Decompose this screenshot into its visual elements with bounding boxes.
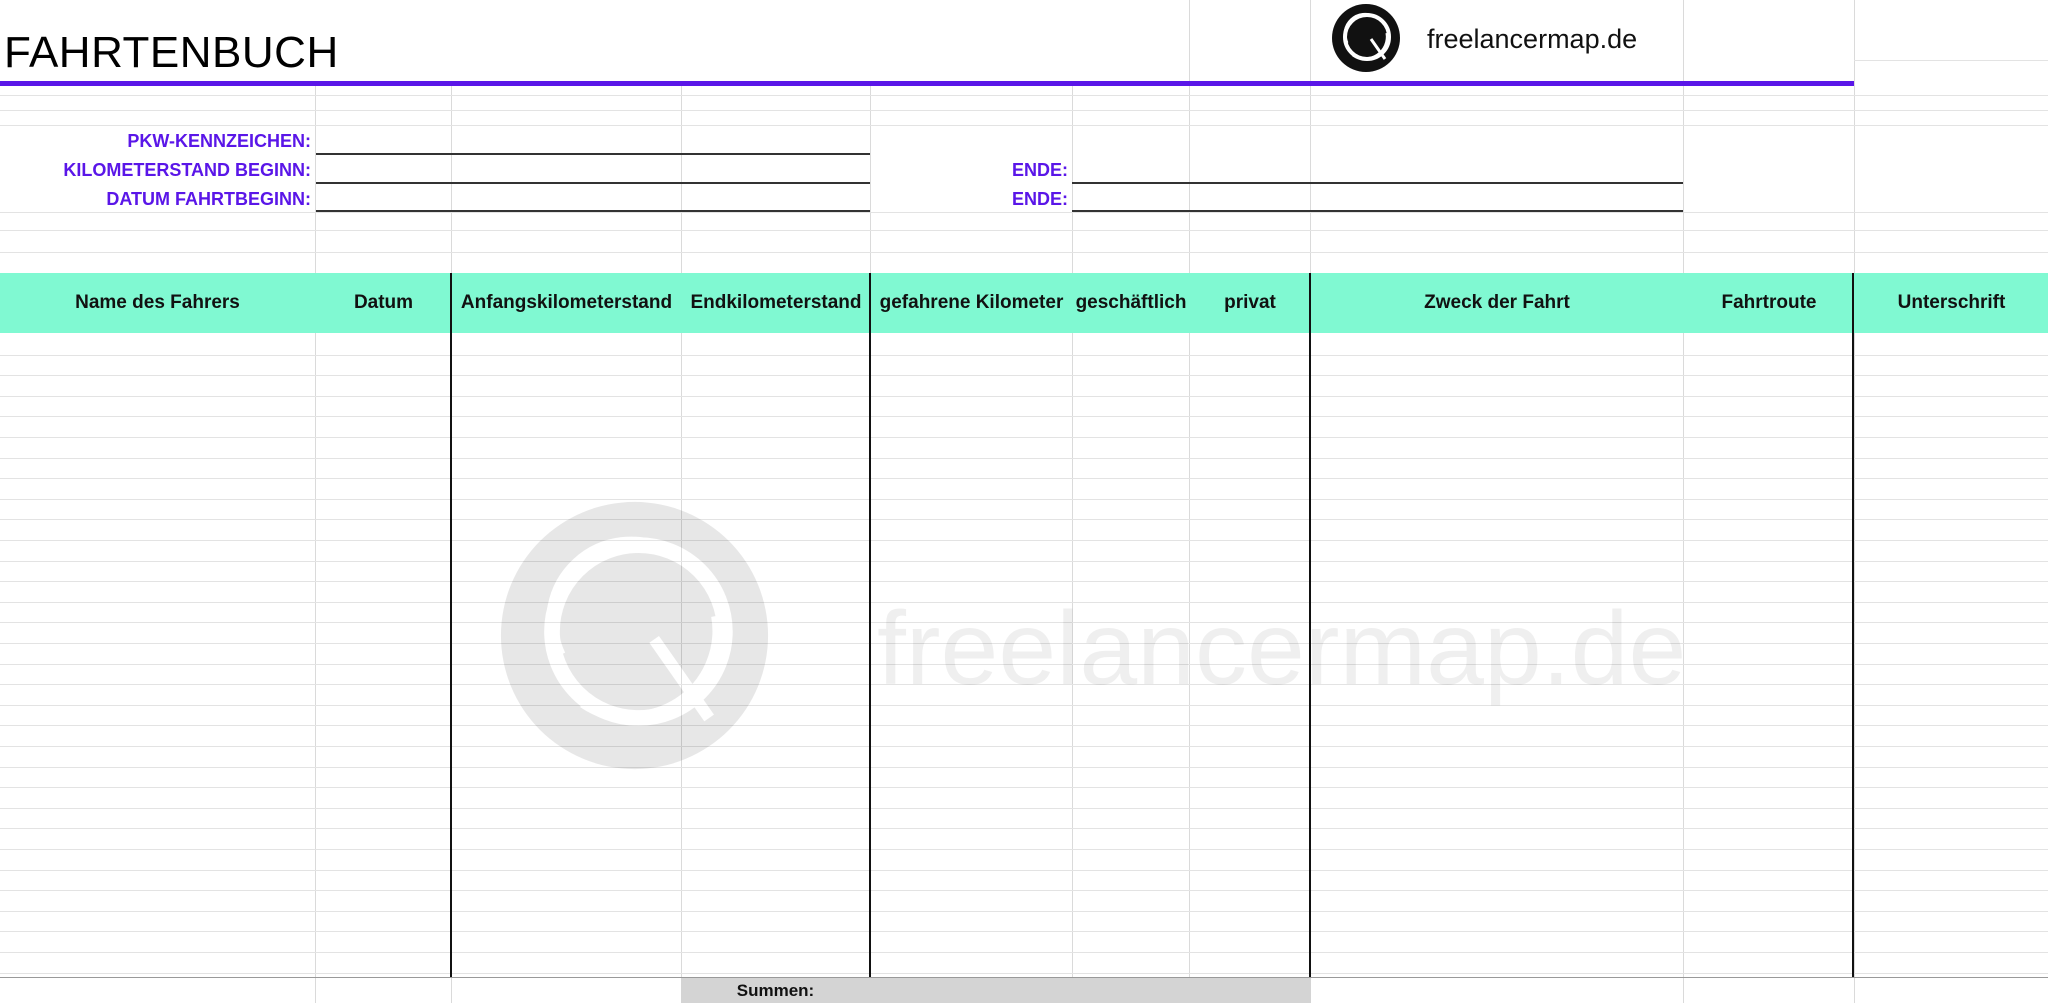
- table-row: [0, 808, 2048, 809]
- sums-label: Summen:: [736, 981, 815, 1000]
- column-border: [450, 273, 452, 978]
- table-row: [0, 519, 2048, 520]
- page-title: FAHRTENBUCH: [4, 28, 339, 77]
- table-row: [0, 767, 2048, 768]
- grid-vline: [1854, 0, 1855, 1003]
- table-row: [0, 581, 2048, 582]
- header-fahrtroute: Fahrtroute: [1721, 292, 1817, 313]
- table-row: [0, 973, 2048, 974]
- table-row: [0, 396, 2048, 397]
- km-end-field[interactable]: [1072, 156, 1683, 182]
- grid-hline: [0, 252, 2048, 253]
- grid-hline: [1854, 60, 2048, 61]
- table-row: [0, 890, 2048, 891]
- grid-vline: [1683, 0, 1684, 1003]
- watermark-text: freelancermap.de: [877, 591, 1687, 707]
- grid-vline: [1189, 0, 1190, 82]
- km-start-label: KILOMETERSTAND BEGINN:: [63, 160, 311, 180]
- brand-name: freelancermap.de: [1427, 24, 1638, 54]
- table-row: [0, 952, 2048, 953]
- header-datum: Datum: [353, 292, 414, 313]
- grid-hline: [0, 230, 2048, 231]
- table-row: [0, 458, 2048, 459]
- date-end-label: ENDE:: [1011, 189, 1068, 209]
- date-end-underline: [1072, 210, 1683, 212]
- table-row: [0, 478, 2048, 479]
- grid-vline: [1072, 0, 1073, 1003]
- table-row: [0, 787, 2048, 788]
- header-name-des-fahrers: Name des Fahrers: [75, 292, 240, 313]
- table-row: [0, 746, 2048, 747]
- table-row: [0, 561, 2048, 562]
- table-row: [0, 499, 2048, 500]
- grid-hline: [0, 212, 2048, 213]
- table-row: [0, 931, 2048, 932]
- km-end-label: ENDE:: [1011, 160, 1068, 180]
- header-unterschrift: Unterschrift: [1897, 292, 2006, 313]
- date-start-label: DATUM FAHRTBEGINN:: [106, 189, 311, 209]
- table-row: [0, 828, 2048, 829]
- date-start-underline: [316, 210, 870, 212]
- km-end-underline: [1072, 182, 1683, 184]
- grid-hline: [0, 95, 2048, 96]
- km-start-field[interactable]: [316, 156, 869, 182]
- table-row: [0, 911, 2048, 912]
- column-border: [1852, 273, 1854, 978]
- column-border: [869, 273, 871, 978]
- grid-hline: [0, 125, 2048, 126]
- title-divider: [0, 81, 1854, 86]
- table-row: [0, 540, 2048, 541]
- plate-field[interactable]: [316, 127, 869, 153]
- header-geschaeftlich: geschäftlich: [1075, 292, 1187, 313]
- header-endkilometerstand: Endkilometerstand: [690, 292, 862, 313]
- table-row: [0, 416, 2048, 417]
- header-zweck-der-fahrt: Zweck der Fahrt: [1424, 292, 1570, 313]
- date-start-field[interactable]: [316, 185, 869, 211]
- table-row: [0, 355, 2048, 356]
- plate-label: PKW-KENNZEICHEN:: [127, 131, 311, 151]
- table-row: [0, 375, 2048, 376]
- table-row: [0, 437, 2048, 438]
- header-gefahrene-kilometer: gefahrene Kilometer: [879, 292, 1064, 313]
- plate-underline: [316, 153, 870, 155]
- watermark-logo: [497, 498, 772, 773]
- date-end-field[interactable]: [1072, 185, 1683, 211]
- table-row: [0, 849, 2048, 850]
- header-privat: privat: [1224, 292, 1276, 313]
- km-start-underline: [316, 182, 870, 184]
- table-row: [0, 725, 2048, 726]
- freelancermap-globe-icon: [1331, 3, 1401, 73]
- table-row: [0, 870, 2048, 871]
- grid-hline: [0, 110, 2048, 111]
- grid-vline: [1189, 0, 1190, 1003]
- header-anfangskilometerstand: Anfangskilometerstand: [460, 292, 673, 313]
